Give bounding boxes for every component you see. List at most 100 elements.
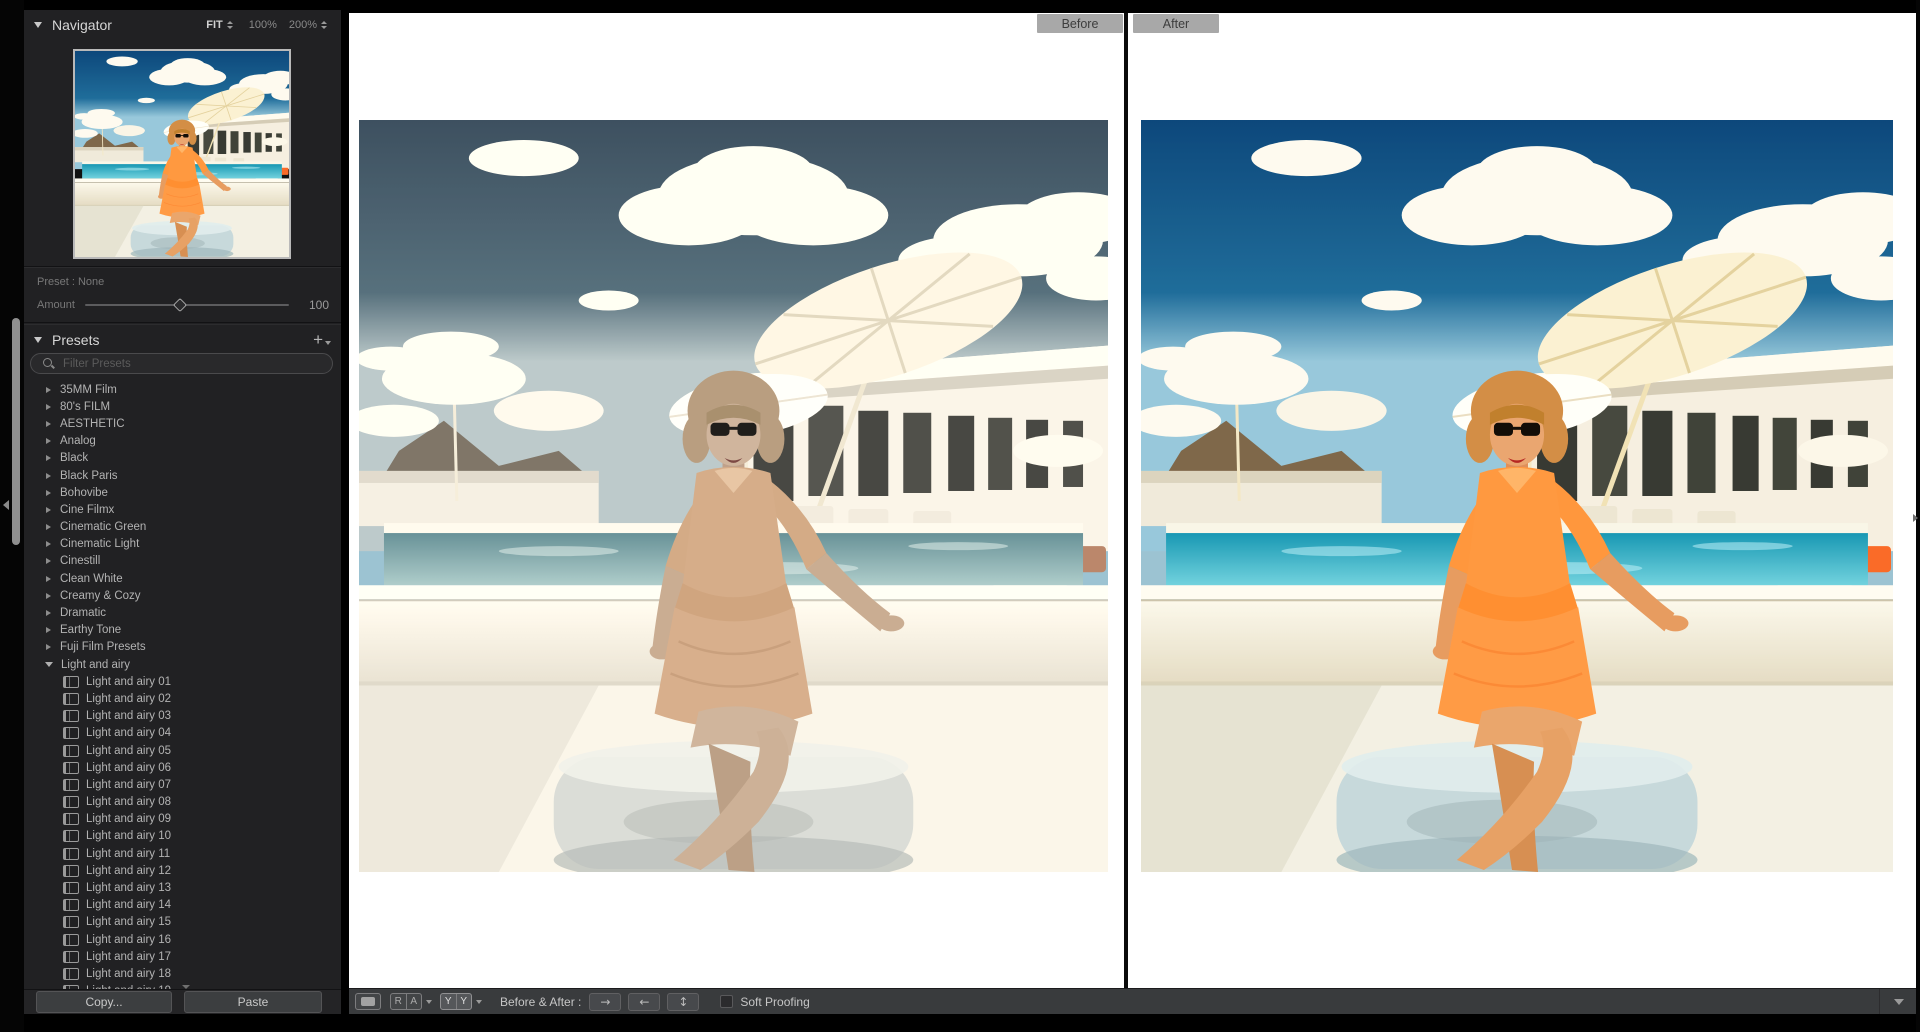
loupe-icon bbox=[361, 997, 375, 1006]
disclosure-right-icon[interactable] bbox=[46, 455, 51, 461]
preset-label: Light and airy bbox=[61, 659, 130, 671]
preset-group-row[interactable]: Cinestill bbox=[24, 553, 341, 570]
disclosure-down-icon[interactable] bbox=[45, 662, 53, 667]
collapse-triangle-icon[interactable] bbox=[34, 337, 42, 343]
preset-label: Light and airy 07 bbox=[86, 779, 171, 791]
preset-group-row[interactable]: 35MM Film bbox=[24, 381, 341, 398]
before-photo[interactable] bbox=[359, 120, 1108, 872]
preset-item-row[interactable]: Light and airy 08 bbox=[24, 794, 341, 811]
copy-button[interactable]: Copy... bbox=[36, 991, 172, 1013]
zoom-stepper-icon[interactable] bbox=[227, 21, 233, 29]
before-after-view-caret-icon[interactable] bbox=[476, 1000, 482, 1004]
navigator-header[interactable]: Navigator FIT 100% 200% bbox=[24, 10, 341, 40]
preset-thumbnail-icon bbox=[63, 762, 79, 774]
preset-item-row[interactable]: Light and airy 13 bbox=[24, 879, 341, 896]
collapse-triangle-icon[interactable] bbox=[34, 22, 42, 28]
preset-item-row[interactable]: Light and airy 18 bbox=[24, 965, 341, 982]
preset-item-row[interactable]: Light and airy 12 bbox=[24, 862, 341, 879]
disclosure-right-icon[interactable] bbox=[46, 438, 51, 444]
expand-right-panel-icon[interactable] bbox=[1913, 514, 1918, 522]
preset-item-row[interactable]: Light and airy 06 bbox=[24, 759, 341, 776]
preset-group-row[interactable]: Cinematic Green bbox=[24, 519, 341, 536]
preset-thumbnail-icon bbox=[63, 796, 79, 808]
disclosure-right-icon[interactable] bbox=[46, 507, 51, 513]
reference-view-button[interactable]: RA bbox=[390, 993, 422, 1010]
toolbar-options-caret-icon[interactable] bbox=[1894, 999, 1904, 1005]
disclosure-right-icon[interactable] bbox=[46, 558, 51, 564]
preset-group-row[interactable]: Creamy & Cozy bbox=[24, 587, 341, 604]
preset-group-row[interactable]: AESTHETIC bbox=[24, 415, 341, 432]
before-label: Before bbox=[1037, 14, 1123, 33]
preset-group-row[interactable]: Black Paris bbox=[24, 467, 341, 484]
preset-item-row[interactable]: Light and airy 11 bbox=[24, 845, 341, 862]
copy-before-to-after-button[interactable]: → bbox=[589, 993, 621, 1011]
paste-button[interactable]: Paste bbox=[184, 991, 322, 1013]
preset-item-row[interactable]: Light and airy 15 bbox=[24, 914, 341, 931]
disclosure-right-icon[interactable] bbox=[46, 627, 51, 633]
disclosure-right-icon[interactable] bbox=[46, 421, 51, 427]
preset-label: Black Paris bbox=[60, 470, 118, 482]
preset-item-row[interactable]: Light and airy 01 bbox=[24, 673, 341, 690]
add-preset-button[interactable]: + bbox=[313, 333, 331, 347]
preset-group-row[interactable]: Analog bbox=[24, 433, 341, 450]
preset-group-row[interactable]: Cinematic Light bbox=[24, 536, 341, 553]
navigator-preview-thumbnail[interactable] bbox=[73, 49, 291, 259]
preset-label: Light and airy 02 bbox=[86, 693, 171, 705]
soft-proofing-checkbox[interactable] bbox=[720, 995, 733, 1008]
preset-group-row[interactable]: 80's FILM bbox=[24, 398, 341, 415]
preset-item-row[interactable]: Light and airy 05 bbox=[24, 742, 341, 759]
zoom-stepper-icon[interactable] bbox=[321, 21, 327, 29]
panel-scrollbar[interactable] bbox=[12, 318, 20, 545]
preset-amount-panel: Preset : None Amount 100 bbox=[24, 267, 341, 323]
preset-item-row[interactable]: Light and airy 17 bbox=[24, 948, 341, 965]
zoom-fit-button[interactable]: FIT bbox=[206, 19, 223, 31]
preset-item-row[interactable]: Light and airy 02 bbox=[24, 690, 341, 707]
preset-group-row[interactable]: Light and airy bbox=[24, 656, 341, 673]
disclosure-right-icon[interactable] bbox=[46, 593, 51, 599]
after-photo[interactable] bbox=[1141, 120, 1893, 872]
preset-item-row[interactable]: Light and airy 16 bbox=[24, 931, 341, 948]
reference-view-caret-icon[interactable] bbox=[426, 1000, 432, 1004]
panel-footer-collapse-icon[interactable] bbox=[182, 985, 190, 989]
disclosure-right-icon[interactable] bbox=[46, 610, 51, 616]
swap-before-after-button[interactable]: ↕ bbox=[667, 993, 699, 1011]
loupe-view-button[interactable] bbox=[355, 993, 381, 1010]
disclosure-right-icon[interactable] bbox=[46, 576, 51, 582]
preset-item-row[interactable]: Light and airy 14 bbox=[24, 897, 341, 914]
presets-header[interactable]: Presets + bbox=[24, 325, 341, 355]
collapse-left-panel-icon[interactable] bbox=[3, 500, 9, 510]
preset-label: Light and airy 04 bbox=[86, 727, 171, 739]
amount-slider[interactable] bbox=[85, 299, 289, 311]
slider-thumb[interactable] bbox=[173, 298, 187, 312]
preset-item-row[interactable]: Light and airy 09 bbox=[24, 811, 341, 828]
preset-item-row[interactable]: Light and airy 04 bbox=[24, 725, 341, 742]
preset-thumbnail-icon bbox=[63, 727, 79, 739]
preset-group-row[interactable]: Clean White bbox=[24, 570, 341, 587]
disclosure-right-icon[interactable] bbox=[46, 524, 51, 530]
lightroom-develop-window: Navigator FIT 100% 200% bbox=[0, 0, 1920, 1032]
disclosure-right-icon[interactable] bbox=[46, 473, 51, 479]
disclosure-right-icon[interactable] bbox=[46, 404, 51, 410]
preset-item-row[interactable]: Light and airy 10 bbox=[24, 828, 341, 845]
preset-search-box[interactable] bbox=[30, 353, 333, 374]
preset-group-row[interactable]: Black bbox=[24, 450, 341, 467]
disclosure-right-icon[interactable] bbox=[46, 541, 51, 547]
zoom-100-button[interactable]: 100% bbox=[249, 19, 277, 31]
preset-group-row[interactable]: Fuji Film Presets bbox=[24, 639, 341, 656]
preset-item-row[interactable]: Light and airy 03 bbox=[24, 708, 341, 725]
disclosure-right-icon[interactable] bbox=[46, 644, 51, 650]
disclosure-right-icon[interactable] bbox=[46, 387, 51, 393]
zoom-200-button[interactable]: 200% bbox=[289, 19, 317, 31]
before-after-view-button[interactable]: YY bbox=[440, 993, 472, 1010]
preset-group-row[interactable]: Bohovibe bbox=[24, 484, 341, 501]
bottom-toolbar: RA YY Before & After : → ← ↕ Soft Proofi… bbox=[349, 988, 1916, 1014]
slider-track[interactable] bbox=[85, 304, 289, 306]
compare-y-label: Y bbox=[441, 994, 457, 1009]
disclosure-right-icon[interactable] bbox=[46, 490, 51, 496]
preset-filter-input[interactable] bbox=[61, 357, 324, 371]
copy-after-to-before-button[interactable]: ← bbox=[628, 993, 660, 1011]
preset-item-row[interactable]: Light and airy 07 bbox=[24, 776, 341, 793]
preset-group-row[interactable]: Cine Filmx bbox=[24, 501, 341, 518]
preset-group-row[interactable]: Dramatic bbox=[24, 604, 341, 621]
preset-group-row[interactable]: Earthy Tone bbox=[24, 622, 341, 639]
